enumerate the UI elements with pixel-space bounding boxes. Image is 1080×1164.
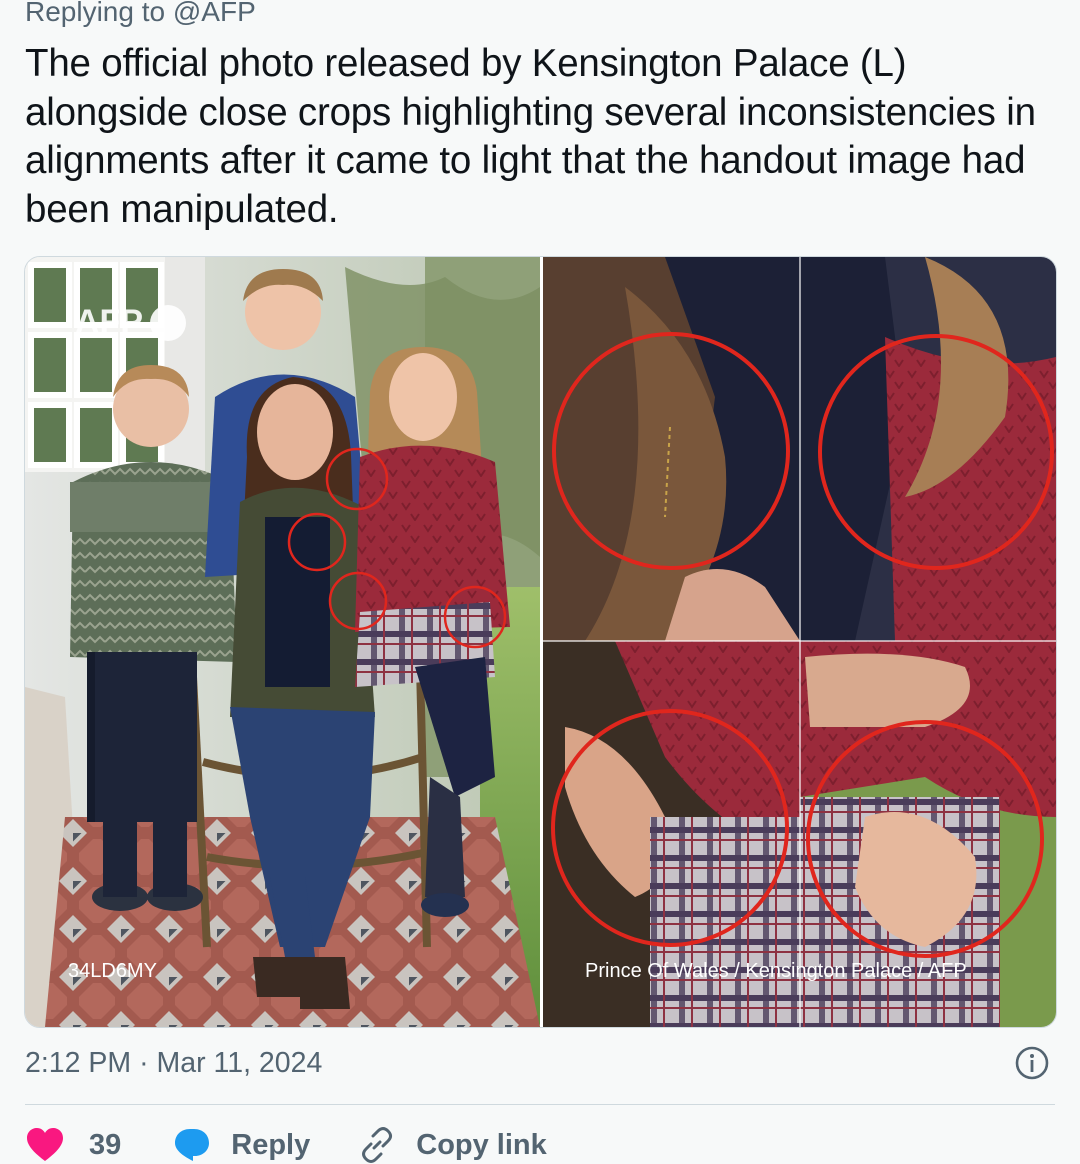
photo-id: 34LD6MY — [68, 960, 157, 982]
reply-button[interactable]: Reply — [173, 1127, 310, 1163]
copy-link-button[interactable]: Copy link — [358, 1126, 547, 1164]
like-button[interactable]: 39 — [25, 1127, 121, 1163]
tweet-actions: 39 Reply Copy link — [25, 1120, 547, 1164]
tweet-date: Mar 11, 2024 — [156, 1047, 323, 1079]
tweet-media[interactable]: AFP 34LD6MY Prince Of Wales / Kensington… — [24, 256, 1057, 1028]
replying-to-prefix: Replying to — [25, 0, 166, 27]
reply-label: Reply — [231, 1128, 311, 1161]
heart-icon — [25, 1127, 65, 1163]
tweet-time: 2:12 PM — [25, 1047, 132, 1079]
tweet-timestamp[interactable]: 2:12 PM · Mar 11, 2024 — [25, 1043, 322, 1083]
photo-credit: Prince Of Wales / Kensington Palace / AF… — [585, 960, 967, 982]
meta-separator: · — [139, 1047, 149, 1079]
replying-to-handle[interactable]: @AFP — [173, 0, 256, 27]
family-photo: AFP 34LD6MY — [25, 257, 540, 1027]
replying-to: Replying to @AFP — [25, 0, 256, 32]
media-image: AFP 34LD6MY Prince Of Wales / Kensington… — [25, 257, 1056, 1027]
divider — [25, 1104, 1055, 1105]
chat-bubble-icon — [173, 1127, 211, 1163]
link-icon — [358, 1126, 396, 1164]
like-count: 39 — [89, 1128, 122, 1161]
close-crops: Prince Of Wales / Kensington Palace / AF… — [543, 257, 1056, 1027]
info-icon[interactable] — [1013, 1044, 1051, 1082]
afp-watermark: AFP — [75, 303, 143, 341]
copy-link-label: Copy link — [416, 1128, 547, 1161]
tweet-text: The official photo released by Kensingto… — [25, 42, 1036, 231]
tweet-detail: Replying to @AFP The official photo rele… — [0, 0, 1080, 1164]
